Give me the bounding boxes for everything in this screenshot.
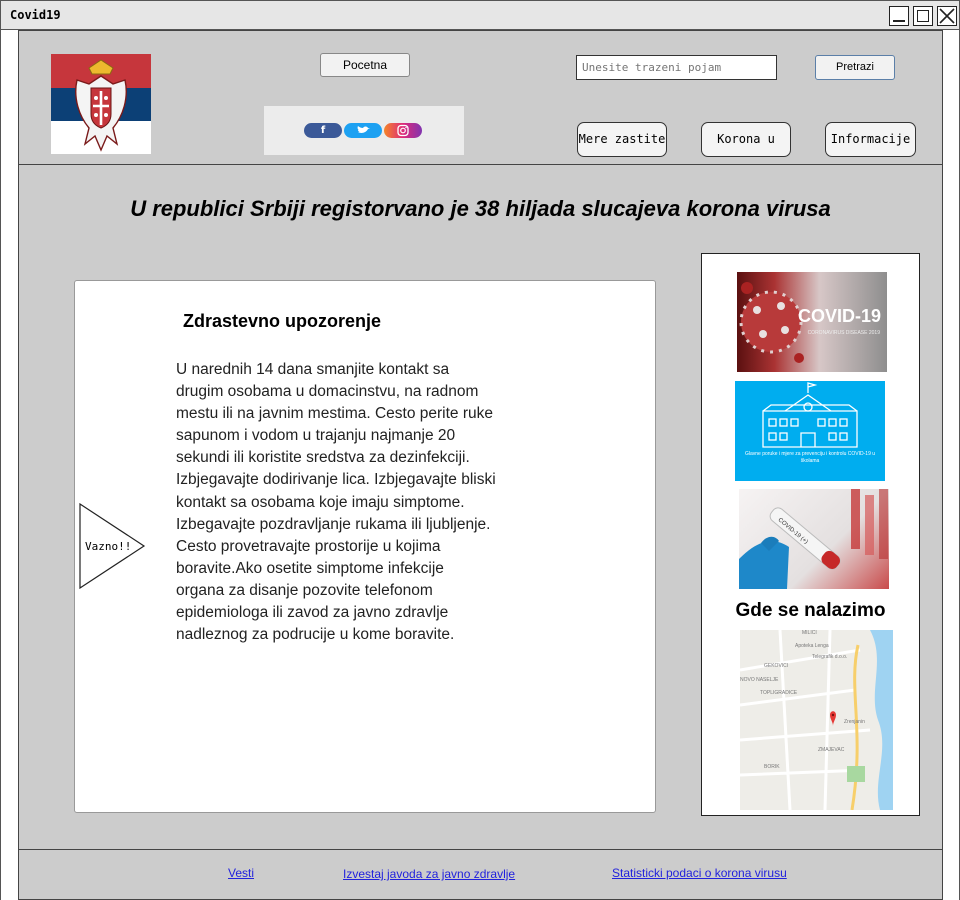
location-title: Gde se nalazimo (735, 600, 886, 621)
footer-link-izvestaj[interactable]: Izvestaj javoda za javno zdravlje (343, 867, 515, 881)
map-label: MILICI (802, 630, 817, 636)
footer-link-statistika[interactable]: Statisticki podaci o korona virusu (612, 866, 787, 880)
footer-link-vesti[interactable]: Vesti (228, 866, 254, 880)
instagram-icon[interactable] (384, 123, 422, 138)
social-links: f (264, 106, 464, 155)
page-title: U republici Srbiji registorvano je 38 hi… (130, 196, 831, 221)
important-badge: Vazno!! (85, 540, 132, 553)
school-banner-caption: Glavne poruke i mjere za prevenciju i ko… (744, 451, 876, 464)
school-guidelines-image[interactable]: Glavne poruke i mjere za prevenciju i ko… (735, 381, 885, 481)
map-label: GEKOVICI (764, 663, 789, 669)
warning-text: U narednih 14 dana smanjite kontakt sa d… (176, 361, 496, 644)
school-building-icon (762, 382, 858, 448)
map-label: TOPLIGRADICE (760, 690, 798, 696)
tab-mere-zastite[interactable]: Mere zastite (577, 122, 667, 157)
twitter-icon[interactable] (344, 123, 382, 138)
window-title: Covid19 (10, 8, 61, 22)
home-button[interactable]: Pocetna (320, 53, 410, 77)
tab-informacije[interactable]: Informacije (825, 122, 916, 157)
close-icon[interactable] (937, 6, 957, 26)
covid-test-image[interactable]: COVID-19 (+) (739, 489, 889, 589)
page-header (18, 30, 943, 165)
covid-banner-title: COVID-19 (797, 306, 881, 326)
search-input[interactable] (576, 55, 777, 80)
tab-korona-u-svetu[interactable]: Korona u svetu (701, 122, 791, 179)
map-label: Apoteka Lenga (795, 643, 829, 649)
covid-banner-image[interactable]: COVID-19 CORONAVIRUS DISEASE 2019 (737, 272, 887, 372)
map-label: ZMAJEVAC (818, 747, 845, 753)
facebook-icon[interactable]: f (304, 123, 342, 138)
covid-banner-subtitle: CORONAVIRUS DISEASE 2019 (807, 330, 880, 336)
location-map[interactable]: MILICI Apoteka Lenga Telegrafik d.o.o. G… (740, 630, 893, 810)
map-label: BORIK (764, 764, 780, 770)
search-button[interactable]: Pretrazi (815, 55, 895, 80)
serbia-flag-logo (51, 54, 151, 154)
map-label: Telegrafik d.o.o. (812, 654, 848, 660)
minimize-icon[interactable] (889, 6, 909, 26)
map-label: NOVO NASELJE (740, 677, 779, 683)
window-titlebar: Covid19 (0, 0, 960, 30)
warning-title: Zdrastevno upozorenje (183, 311, 382, 331)
map-label: Zrenjanin (844, 719, 865, 725)
maximize-icon[interactable] (913, 6, 933, 26)
